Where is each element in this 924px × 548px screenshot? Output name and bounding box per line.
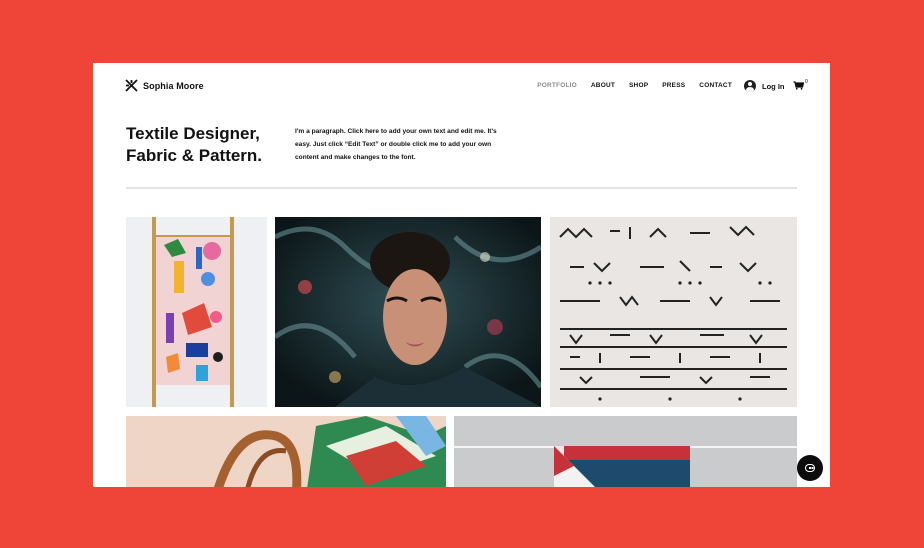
headline-line-1: Textile Designer, xyxy=(126,124,260,143)
nav-item-press[interactable]: PRESS xyxy=(662,82,685,89)
gallery-tile-bag-scarf[interactable] xyxy=(126,416,446,487)
page-headline: Textile Designer, Fabric & Pattern. xyxy=(126,123,286,167)
gallery-tile-mudcloth-stack[interactable] xyxy=(550,217,797,407)
gallery-tile-ladder-blanket[interactable] xyxy=(126,217,267,407)
brand[interactable]: Sophia Moore xyxy=(125,79,204,92)
section-divider xyxy=(126,187,797,189)
user-avatar-icon xyxy=(744,80,756,92)
shopping-cart-icon xyxy=(793,81,804,90)
crossed-x-logo-icon xyxy=(125,79,138,92)
gallery-tile-portrait-floral[interactable] xyxy=(275,217,541,407)
nav-item-portfolio[interactable]: PORTFOLIO xyxy=(537,82,577,89)
cart-count: 0 xyxy=(805,79,808,85)
headline-line-2: Fabric & Pattern. xyxy=(126,146,263,165)
chat-button[interactable] xyxy=(797,455,823,481)
login-label: Log In xyxy=(762,81,785,91)
main-nav: PORTFOLIO ABOUT SHOP PRESS CONTACT xyxy=(537,82,732,89)
brand-name: Sophia Moore xyxy=(143,80,204,91)
intro-paragraph[interactable]: I'm a paragraph. Click here to add your … xyxy=(295,125,505,164)
website-preview: Sophia Moore PORTFOLIO ABOUT SHOP PRESS … xyxy=(93,63,830,487)
login-button[interactable]: Log In xyxy=(744,80,785,92)
cart-button[interactable]: 0 xyxy=(793,79,808,90)
nav-item-contact[interactable]: CONTACT xyxy=(699,82,732,89)
chat-bubble-icon xyxy=(805,464,815,472)
nav-item-about[interactable]: ABOUT xyxy=(591,82,615,89)
gallery-tile-striped-towel[interactable] xyxy=(454,416,797,487)
nav-item-shop[interactable]: SHOP xyxy=(629,82,648,89)
